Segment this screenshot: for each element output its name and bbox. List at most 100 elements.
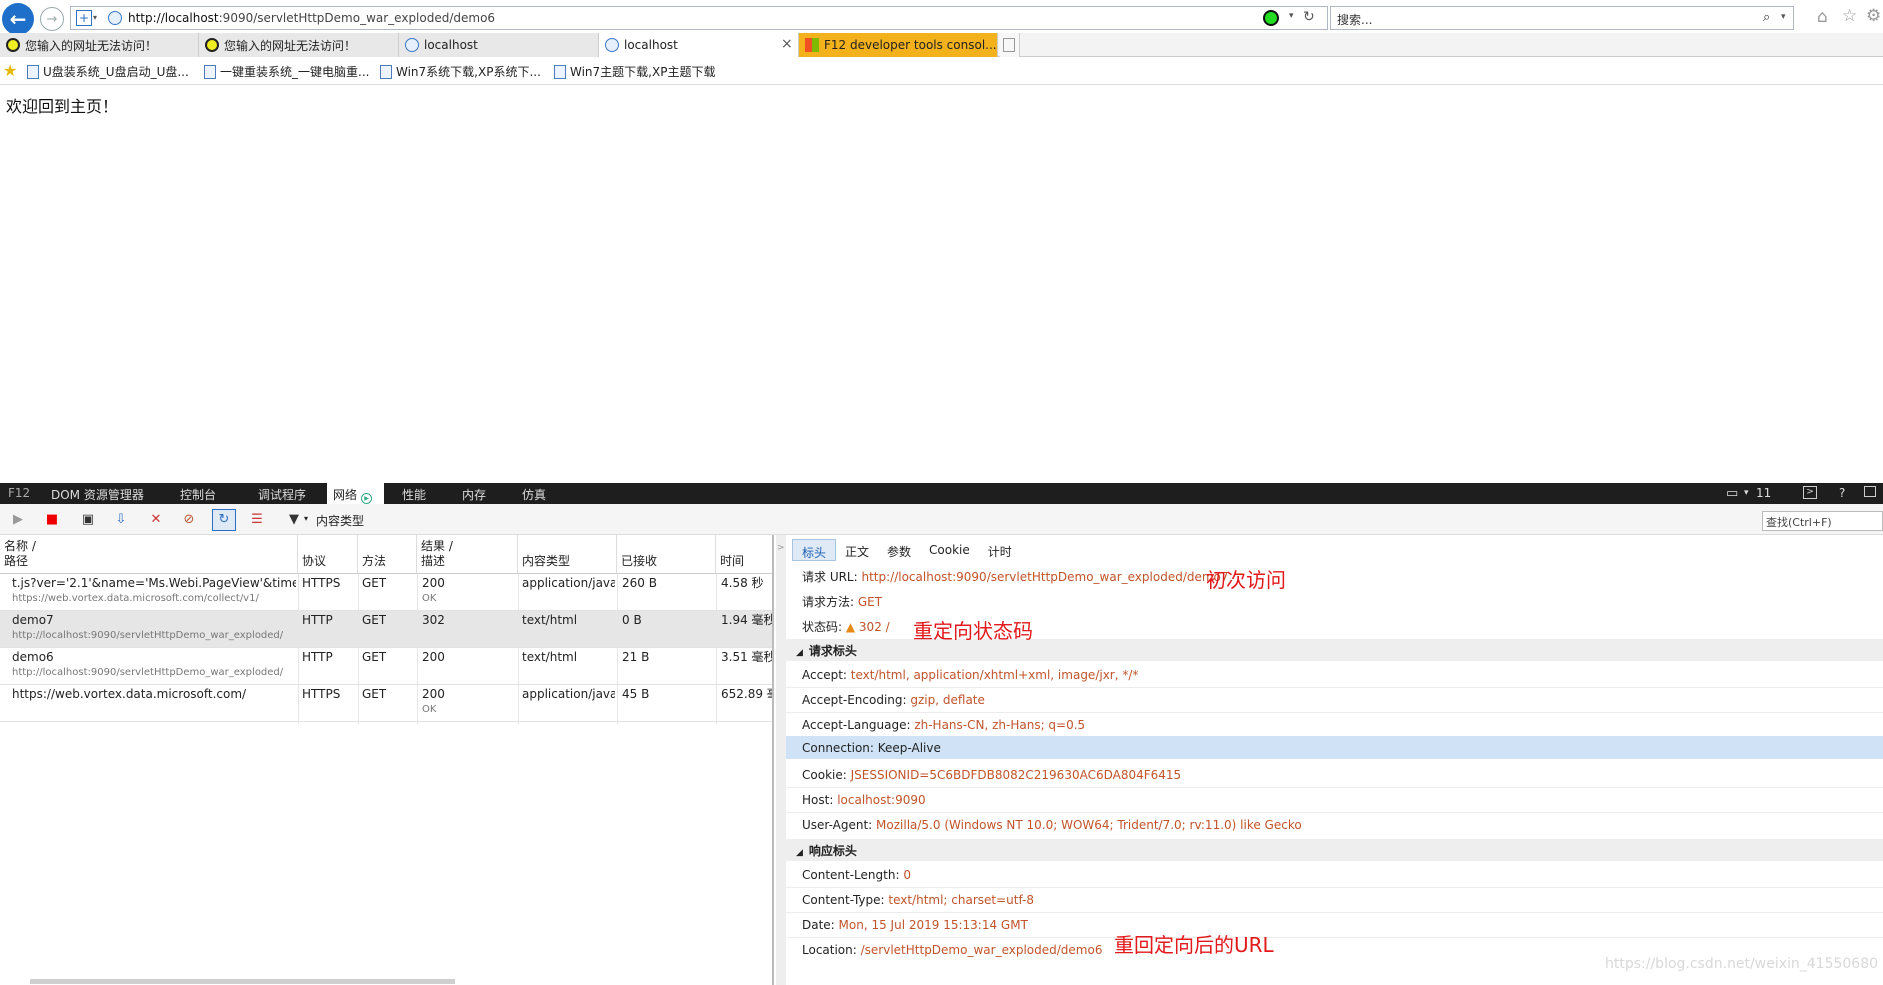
document-mode-value[interactable]: 11 — [1756, 486, 1771, 500]
forward-button[interactable]: → — [40, 7, 64, 31]
kv-value: Keep-Alive — [877, 741, 941, 755]
refresh-icon[interactable]: ↻ — [1303, 9, 1315, 25]
home-icon[interactable]: ⌂ — [1817, 7, 1828, 27]
clear-entries-icon[interactable]: ☰ — [249, 512, 265, 528]
tab-timing[interactable]: 计时 — [979, 539, 1021, 561]
chevron-right-icon[interactable]: > — [777, 543, 785, 553]
chevron-down-icon[interactable]: ▾ — [1744, 488, 1749, 498]
tab-headers[interactable]: 标头 — [792, 539, 837, 561]
filter-icon[interactable]: ▼ — [286, 512, 302, 528]
find-input[interactable]: 查找(Ctrl+F) — [1762, 511, 1883, 531]
content-type-filter[interactable]: 内容类型 — [316, 512, 364, 529]
col-path-label: 路径 — [4, 554, 29, 568]
col-header-received[interactable]: 已接收 — [617, 535, 716, 574]
response-headers-section[interactable]: ◢ 响应标头 — [786, 839, 1883, 861]
search-field[interactable]: 搜索... ⌕ ▾ — [1330, 6, 1794, 30]
url-field[interactable]: + ▾ http://localhost:9090/servletHttpDem… — [70, 6, 1328, 30]
favorite-item[interactable]: U盘装系统_U盘启动_U盘... — [27, 63, 189, 80]
request-url-line: 请求 URL: http://localhost:9090/servletHtt… — [802, 568, 1229, 585]
col-header-result[interactable]: 结果 / 描述 — [417, 535, 518, 574]
header-line: Content-Length: 0 — [802, 868, 911, 882]
favorite-item[interactable]: 一键重装系统_一键电脑重... — [204, 63, 369, 80]
tab-dom-explorer[interactable]: DOM 资源管理器 — [51, 486, 144, 503]
compat-shield-icon[interactable] — [1263, 10, 1279, 26]
table-row[interactable]: https://web.vortex.data.microsoft.com/ H… — [0, 685, 772, 722]
back-button[interactable]: ← — [2, 3, 34, 35]
devtools-f12-label: F12 — [8, 486, 31, 500]
horizontal-scrollbar[interactable] — [30, 979, 455, 984]
monitor-icon[interactable]: ▭ — [1726, 486, 1738, 501]
favorite-item[interactable]: Win7主题下载,XP主题下载 — [554, 63, 715, 80]
chevron-down-icon[interactable]: ▾ — [304, 514, 308, 523]
panel-splitter[interactable]: > — [776, 535, 786, 985]
kv-key: Location: — [802, 943, 861, 957]
tab-console[interactable]: 控制台 — [180, 486, 216, 503]
find-placeholder: 查找(Ctrl+F) — [1766, 516, 1832, 529]
favorites-bar: ★ U盘装系统_U盘启动_U盘... 一键重装系统_一键电脑重... Win7系… — [0, 58, 1883, 85]
col-header-name[interactable]: 名称 / 路径 — [0, 535, 298, 574]
request-name: t.js?ver='2.1'&name='Ms.Webi.PageView'&t… — [12, 576, 296, 590]
kv-value: localhost:9090 — [837, 793, 926, 807]
tab-performance[interactable]: 性能 — [402, 486, 426, 503]
url-text: http://localhost:9090/servletHttpDemo_wa… — [128, 11, 496, 25]
tab-2[interactable]: localhost — [399, 33, 599, 57]
ie-page-icon — [405, 38, 419, 52]
favorites-star-icon[interactable]: ★ — [3, 61, 17, 80]
help-icon[interactable]: ? — [1839, 486, 1845, 500]
network-toolbar: ▶ ■ ▣ ⇩ ✕ ⊘ ↻ ☰ ▼ ▾ 内容类型 查找(Ctrl+F) — [0, 504, 1883, 535]
save-icon[interactable]: ▣ — [80, 512, 96, 528]
tab-4[interactable]: F12 developer tools consol... — [799, 33, 998, 57]
ie-page-icon — [605, 38, 619, 52]
undock-icon[interactable] — [1864, 486, 1876, 497]
add-tab-icon[interactable]: + — [76, 10, 92, 26]
table-row-selected[interactable]: demo7 http://localhost:9090/servletHttpDe… — [0, 611, 772, 648]
import-icon[interactable]: ⇩ — [113, 512, 129, 528]
close-tab-icon[interactable]: × — [781, 36, 793, 52]
col-header-ctype[interactable]: 内容类型 — [518, 535, 617, 574]
tab-params[interactable]: 参数 — [878, 539, 920, 561]
favorites-star-icon[interactable]: ☆ — [1842, 6, 1857, 26]
clear-cache-icon[interactable]: ⊘ — [181, 512, 197, 528]
tab-network[interactable]: 网络 ▶ — [327, 483, 384, 504]
always-refresh-icon[interactable]: ↻ — [212, 509, 236, 531]
highlighted-row — [786, 736, 1883, 759]
table-row[interactable]: t.js?ver='2.1'&name='Ms.Webi.PageView'&t… — [0, 574, 772, 611]
col-header-method[interactable]: 方法 — [358, 535, 417, 574]
kv-value: GET — [857, 595, 883, 609]
tab-body[interactable]: 正文 — [836, 539, 878, 561]
chevron-down-icon[interactable]: ▾ — [1289, 11, 1294, 21]
table-row[interactable]: demo6 http://localhost:9090/servletHttpDe… — [0, 648, 772, 685]
kv-value[interactable]: http://localhost:9090/servletHttpDemo_wa… — [861, 570, 1228, 584]
header-line-highlighted[interactable]: Connection: Keep-Alive — [802, 741, 941, 755]
stop-icon[interactable]: ■ — [44, 512, 60, 528]
tab-memory[interactable]: 内存 — [462, 486, 486, 503]
request-ctype: text/html — [522, 650, 578, 664]
annotation-first-visit: 初次访问 — [1206, 568, 1286, 592]
request-received: 0 B — [622, 613, 642, 627]
tab-1[interactable]: 您输入的网址无法访问！ — [199, 33, 399, 57]
kv-value: gzip, deflate — [910, 693, 985, 707]
request-result: 302 — [422, 613, 445, 627]
chevron-down-icon[interactable]: ▾ — [1781, 12, 1786, 22]
clear-session-icon[interactable]: ✕ — [148, 512, 164, 528]
col-header-time[interactable]: 时间 — [716, 535, 772, 574]
tab-3-active[interactable]: localhost × — [599, 33, 799, 57]
favorite-item[interactable]: Win7系统下载,XP系统下... — [380, 63, 541, 80]
col-header-protocol[interactable]: 协议 — [298, 535, 358, 574]
tab-label: localhost — [424, 38, 478, 52]
console-icon[interactable]: > — [1803, 486, 1817, 499]
gear-icon[interactable]: ⚙ — [1866, 6, 1881, 26]
tab-emulation[interactable]: 仿真 — [522, 486, 546, 503]
new-tab-button[interactable] — [1000, 33, 1020, 57]
col-ctype-label: 内容类型 — [522, 554, 571, 568]
request-detail-panel: > 标头 正文 参数 Cookie 计时 请求 URL: http://loca… — [776, 535, 1883, 985]
kv-key: Connection: — [802, 741, 878, 755]
col-desc-label: 描述 — [421, 554, 446, 568]
tab-cookie[interactable]: Cookie — [920, 539, 979, 561]
col-name-label: 名称 / — [4, 539, 36, 553]
tab-debugger[interactable]: 调试程序 — [258, 486, 306, 503]
search-icon[interactable]: ⌕ — [1763, 10, 1770, 25]
play-icon[interactable]: ▶ — [10, 512, 26, 528]
chevron-down-icon[interactable]: ▾ — [93, 13, 97, 22]
tab-0[interactable]: 您输入的网址无法访问！ — [0, 33, 199, 57]
